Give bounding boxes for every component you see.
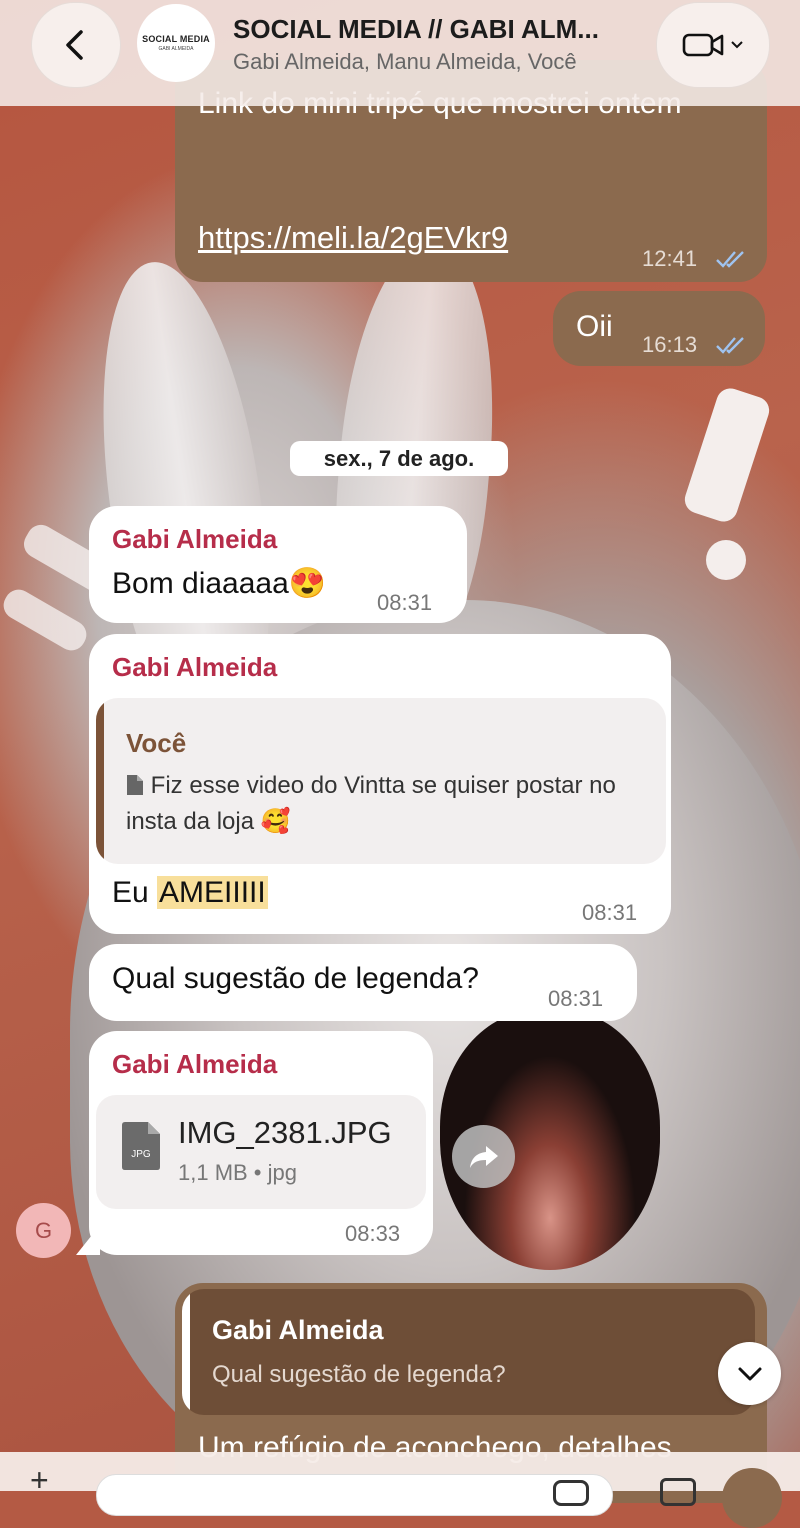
message-time: 08:31 — [377, 590, 433, 615]
wallpaper-stroke — [0, 584, 92, 656]
avatar-logo-line2: GABI ALMEIDA — [158, 46, 194, 52]
back-button[interactable] — [31, 2, 121, 88]
message-text: Oii — [576, 310, 613, 343]
read-ticks-icon — [716, 251, 744, 268]
plus-icon[interactable]: + — [30, 1464, 49, 1496]
group-avatar[interactable]: SOCIAL MEDIA GABI ALMEIDA — [137, 4, 215, 82]
message-text: Eu — [112, 876, 149, 909]
file-meta: 1,1 MB • jpg — [178, 1160, 297, 1185]
read-ticks-icon — [716, 337, 744, 354]
wallpaper-exclamation-dot — [706, 540, 746, 580]
incoming-message[interactable]: Gabi Almeida Bom diaaaaa😍 08:31 — [89, 506, 467, 623]
forward-arrow-icon — [469, 1145, 498, 1168]
message-time: 08:31 — [548, 986, 604, 1011]
quote-text: Qual sugestão de legenda? — [212, 1361, 506, 1388]
video-call-button[interactable] — [656, 2, 770, 88]
quote-accent-bar — [182, 1289, 190, 1415]
camera-icon[interactable] — [660, 1478, 696, 1506]
scroll-to-bottom-button[interactable] — [718, 1342, 781, 1405]
message-composer: + — [0, 1452, 800, 1528]
sender-name[interactable]: Gabi Almeida — [112, 524, 277, 555]
quoted-message[interactable]: Gabi Almeida Qual sugestão de legenda? — [182, 1289, 755, 1415]
highlighted-text: AMEIIIII — [157, 876, 268, 909]
message-time: 08:33 — [345, 1221, 401, 1246]
heart-eyes-emoji: 😍 — [288, 567, 327, 600]
wallpaper-exclamation — [681, 384, 773, 526]
file-attachment[interactable]: JPG IMG_2381.JPG 1,1 MB • jpg — [96, 1095, 426, 1209]
microphone-button[interactable] — [722, 1468, 782, 1528]
file-type-label: JPG — [131, 1149, 151, 1160]
avatar-logo-line1: SOCIAL MEDIA — [142, 34, 210, 44]
incoming-message[interactable]: Qual sugestão de legenda? 08:31 — [89, 944, 637, 1021]
message-link[interactable]: https://meli.la/2gEVkr9 — [198, 220, 508, 256]
message-time: 12:41 — [642, 246, 698, 271]
chevron-down-icon — [731, 41, 743, 49]
chat-title[interactable]: SOCIAL MEDIA // GABI ALM... — [233, 14, 599, 45]
sticker-icon[interactable] — [553, 1480, 589, 1506]
sender-avatar[interactable]: G — [16, 1203, 71, 1258]
chat-header: SOCIAL MEDIA GABI ALMEIDA SOCIAL MEDIA /… — [0, 0, 800, 106]
message-text: Bom diaaaaa — [112, 567, 289, 600]
quote-accent-bar — [96, 698, 104, 864]
chat-members[interactable]: Gabi Almeida, Manu Almeida, Você — [233, 49, 577, 75]
sender-name[interactable]: Gabi Almeida — [112, 1049, 277, 1080]
quote-text: Fiz esse video do Vintta se quiser posta… — [126, 772, 616, 835]
sender-name[interactable]: Gabi Almeida — [112, 652, 277, 683]
file-icon: JPG — [122, 1122, 160, 1170]
quote-sender: Gabi Almeida — [212, 1315, 384, 1345]
quoted-message[interactable]: Você Fiz esse video do Vintta se quiser … — [96, 698, 666, 864]
message-text: Qual sugestão de legenda? — [112, 962, 479, 995]
outgoing-message[interactable]: Oii 16:13 — [553, 291, 765, 366]
chevron-down-icon — [738, 1367, 761, 1380]
chevron-left-icon — [66, 30, 83, 60]
document-icon — [127, 775, 143, 795]
message-text-wrap: Bom diaaaaa😍 — [112, 566, 326, 601]
bubble-tail — [76, 1225, 100, 1255]
quote-text-wrap: Fiz esse video do Vintta se quiser posta… — [126, 768, 646, 840]
file-name: IMG_2381.JPG — [178, 1115, 392, 1150]
video-camera-icon — [682, 33, 724, 57]
message-time: 08:31 — [582, 900, 638, 925]
message-time: 16:13 — [642, 332, 698, 357]
date-separator: sex., 7 de ago. — [290, 441, 508, 476]
incoming-message[interactable]: Gabi Almeida JPG IMG_2381.JPG 1,1 MB • j… — [89, 1031, 433, 1255]
message-input[interactable] — [96, 1474, 613, 1516]
incoming-message[interactable]: Gabi Almeida Você Fiz esse video do Vint… — [89, 634, 671, 934]
quote-sender: Você — [126, 728, 187, 758]
forward-button[interactable] — [452, 1125, 515, 1188]
message-text-wrap: Eu AMEIIIII — [112, 876, 268, 910]
